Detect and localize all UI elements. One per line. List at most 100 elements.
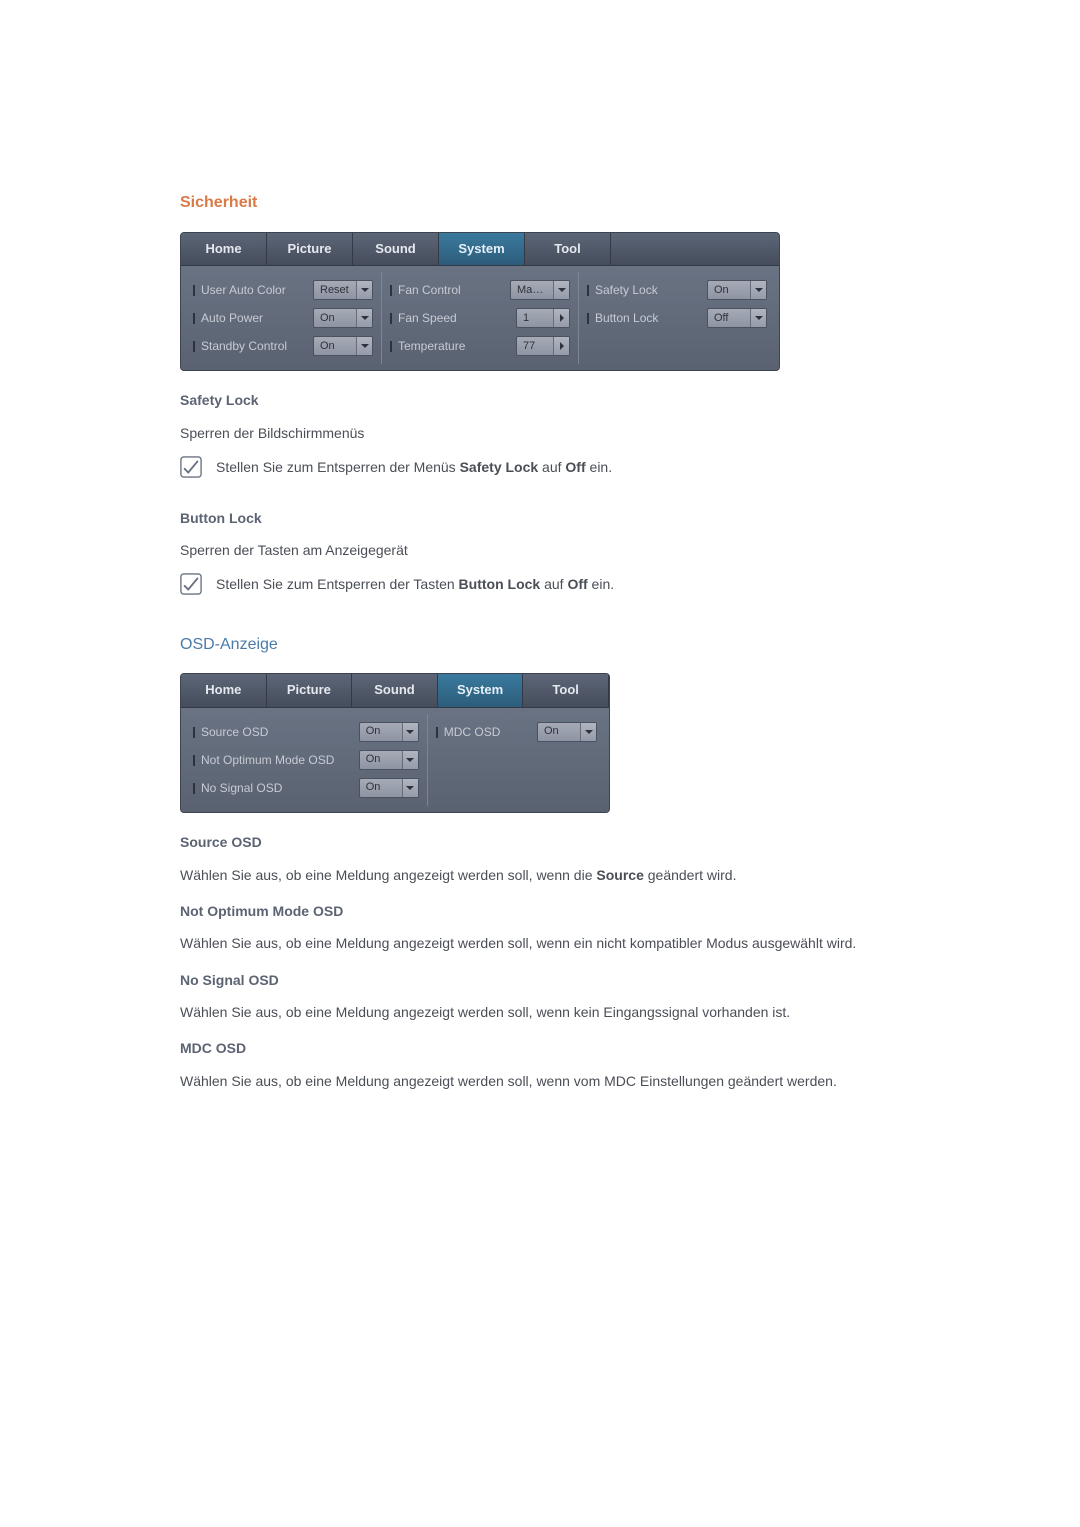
chevron-down-icon[interactable]	[356, 337, 372, 355]
dropdown-value: On	[314, 338, 356, 356]
tab-sound[interactable]: Sound	[353, 233, 439, 266]
tab-home[interactable]: Home	[181, 233, 267, 266]
dropdown-value: On	[314, 310, 356, 328]
subheading-mdc-osd: MDC OSD	[180, 1037, 900, 1059]
t: Stellen Sie zum Entsperren der Menüs	[216, 459, 460, 475]
note-text: Stellen Sie zum Entsperren der Menüs Saf…	[216, 456, 612, 478]
panel-col-1: Source OSD On Not Optimum Mode OSD On No…	[185, 714, 427, 806]
label-button-lock: Button Lock	[587, 309, 701, 328]
chevron-down-icon[interactable]	[402, 779, 418, 797]
dropdown-mdc-osd[interactable]: On	[537, 722, 597, 742]
subheading-source-osd: Source OSD	[180, 831, 900, 853]
note-icon	[180, 456, 202, 478]
tab-picture[interactable]: Picture	[267, 233, 353, 266]
t: Safety Lock	[460, 459, 539, 475]
chevron-down-icon[interactable]	[356, 281, 372, 299]
dropdown-auto-power[interactable]: On	[313, 308, 373, 328]
dropdown-fan-control[interactable]: Man...	[510, 280, 570, 300]
subheading-button-lock: Button Lock	[180, 507, 900, 529]
tab-tool[interactable]: Tool	[523, 674, 609, 707]
section-heading-osd: OSD-Anzeige	[180, 632, 900, 658]
label-user-auto-color: User Auto Color	[193, 281, 307, 300]
label-safety-lock: Safety Lock	[587, 281, 701, 300]
chevron-down-icon[interactable]	[580, 723, 596, 741]
dropdown-button-lock[interactable]: Off	[707, 308, 767, 328]
body-button-lock: Sperren der Tasten am Anzeigegerät	[180, 539, 900, 561]
chevron-right-icon[interactable]	[553, 337, 569, 355]
dropdown-not-optimum-osd[interactable]: On	[359, 750, 419, 770]
panel-col-3: Safety Lock On Button Lock Off	[578, 272, 775, 364]
body-source-osd: Wählen Sie aus, ob eine Meldung angezeig…	[180, 864, 900, 886]
label-source-osd: Source OSD	[193, 723, 353, 742]
label-auto-power: Auto Power	[193, 309, 307, 328]
label-standby-control: Standby Control	[193, 337, 307, 356]
chevron-right-icon[interactable]	[553, 309, 569, 327]
panel-sicherheit: Home Picture Sound System Tool User Auto…	[180, 232, 780, 372]
note-safety-lock: Stellen Sie zum Entsperren der Menüs Saf…	[180, 456, 900, 490]
label-no-signal-osd: No Signal OSD	[193, 779, 353, 798]
note-icon	[180, 573, 202, 595]
tab-picture[interactable]: Picture	[267, 674, 353, 707]
tab-home[interactable]: Home	[181, 674, 267, 707]
panel-body: User Auto Color Reset Auto Power On Stan…	[181, 266, 779, 370]
spinner-value: 77	[517, 338, 553, 356]
tabs-osd: Home Picture Sound System Tool	[181, 674, 609, 708]
t: Off	[567, 576, 587, 592]
note-button-lock: Stellen Sie zum Entsperren der Tasten Bu…	[180, 573, 900, 607]
body-not-optimum-osd: Wählen Sie aus, ob eine Meldung angezeig…	[180, 932, 900, 954]
tab-sound[interactable]: Sound	[352, 674, 438, 707]
t: Source	[596, 867, 643, 883]
panel-body: Source OSD On Not Optimum Mode OSD On No…	[181, 708, 609, 812]
t: ein.	[586, 459, 612, 475]
subheading-safety-lock: Safety Lock	[180, 389, 900, 411]
spinner-fan-speed[interactable]: 1	[516, 308, 570, 328]
label-fan-control: Fan Control	[390, 281, 504, 300]
chevron-down-icon[interactable]	[402, 751, 418, 769]
section-heading-sicherheit: Sicherheit	[180, 190, 900, 216]
chevron-down-icon[interactable]	[750, 309, 766, 327]
tab-system[interactable]: System	[438, 674, 524, 707]
tab-system[interactable]: System	[439, 233, 525, 266]
dropdown-value: On	[538, 723, 580, 741]
t: Wählen Sie aus, ob eine Meldung angezeig…	[180, 867, 596, 883]
panel-osd: Home Picture Sound System Tool Source OS…	[180, 673, 610, 813]
subheading-no-signal-osd: No Signal OSD	[180, 969, 900, 991]
spinner-temperature[interactable]: 77	[516, 336, 570, 356]
tabs-sicherheit: Home Picture Sound System Tool	[181, 233, 779, 267]
t: auf	[540, 576, 567, 592]
chevron-down-icon[interactable]	[402, 723, 418, 741]
body-safety-lock: Sperren der Bildschirmmenüs	[180, 422, 900, 444]
t: Off	[565, 459, 585, 475]
dropdown-value: Off	[708, 310, 750, 328]
label-not-optimum-osd: Not Optimum Mode OSD	[193, 751, 353, 770]
body-mdc-osd: Wählen Sie aus, ob eine Meldung angezeig…	[180, 1070, 900, 1092]
panel-col-1: User Auto Color Reset Auto Power On Stan…	[185, 272, 381, 364]
label-fan-speed: Fan Speed	[390, 309, 510, 328]
dropdown-value: Reset	[314, 282, 356, 300]
spinner-value: 1	[517, 310, 553, 328]
panel-col-2: MDC OSD On	[427, 714, 605, 806]
dropdown-value: Man...	[511, 282, 553, 300]
dropdown-user-auto-color[interactable]: Reset	[313, 280, 373, 300]
label-mdc-osd: MDC OSD	[436, 723, 531, 742]
subheading-not-optimum-osd: Not Optimum Mode OSD	[180, 900, 900, 922]
dropdown-standby-control[interactable]: On	[313, 336, 373, 356]
body-no-signal-osd: Wählen Sie aus, ob eine Meldung angezeig…	[180, 1001, 900, 1023]
dropdown-value: On	[708, 282, 750, 300]
t: geändert wird.	[644, 867, 737, 883]
note-text: Stellen Sie zum Entsperren der Tasten Bu…	[216, 573, 614, 595]
panel-col-2: Fan Control Man... Fan Speed 1 Temperatu…	[381, 272, 578, 364]
chevron-down-icon[interactable]	[553, 281, 569, 299]
dropdown-source-osd[interactable]: On	[359, 722, 419, 742]
t: auf	[538, 459, 565, 475]
dropdown-value: On	[360, 751, 402, 769]
t: Button Lock	[459, 576, 541, 592]
chevron-down-icon[interactable]	[750, 281, 766, 299]
tab-tool[interactable]: Tool	[525, 233, 611, 266]
dropdown-value: On	[360, 779, 402, 797]
t: Stellen Sie zum Entsperren der Tasten	[216, 576, 459, 592]
dropdown-value: On	[360, 723, 402, 741]
dropdown-no-signal-osd[interactable]: On	[359, 778, 419, 798]
dropdown-safety-lock[interactable]: On	[707, 280, 767, 300]
chevron-down-icon[interactable]	[356, 309, 372, 327]
